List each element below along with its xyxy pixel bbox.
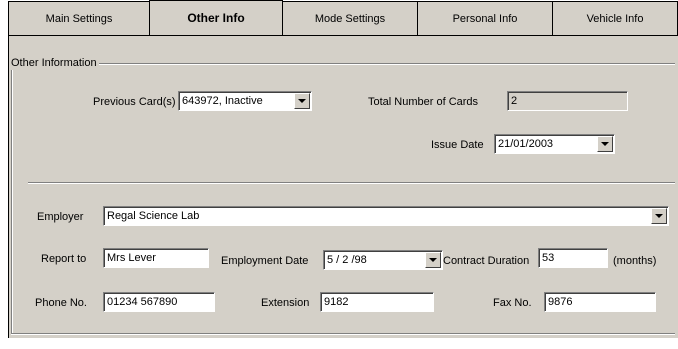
- group-title: Other Information: [9, 56, 99, 70]
- tab-panel: Other Information Previous Card(s) 64397…: [8, 35, 678, 338]
- employment-date-value: 5 / 2 /98: [327, 254, 367, 266]
- tab-main-settings[interactable]: Main Settings: [8, 1, 150, 35]
- tab-label: Mode Settings: [314, 13, 386, 25]
- fax-input[interactable]: 9876: [544, 292, 656, 312]
- tab-label: Other Info: [187, 11, 245, 25]
- issue-date-label: Issue Date: [431, 139, 484, 151]
- section-divider-highlight: [28, 183, 675, 184]
- phone-label: Phone No.: [35, 297, 87, 309]
- previous-cards-select[interactable]: 643972, Inactive: [178, 91, 312, 111]
- contract-duration-value: 53: [542, 252, 555, 264]
- extension-input[interactable]: 9182: [320, 292, 434, 312]
- phone-input[interactable]: 01234 567890: [103, 292, 215, 312]
- group-frame-bottom-highlight: [11, 334, 675, 335]
- tab-vehicle-info[interactable]: Vehicle Info: [552, 1, 678, 35]
- employment-date-label: Employment Date: [221, 255, 309, 267]
- employment-date-picker[interactable]: 5 / 2 /98: [323, 250, 443, 270]
- tab-label: Personal Info: [452, 13, 518, 25]
- group-frame-left-highlight: [12, 64, 13, 333]
- extension-label: Extension: [261, 297, 310, 309]
- employer-label: Employer: [37, 211, 84, 223]
- tab-mode-settings[interactable]: Mode Settings: [282, 1, 418, 35]
- issue-date-picker[interactable]: 21/01/2003: [494, 134, 615, 154]
- tab-personal-info[interactable]: Personal Info: [417, 1, 553, 35]
- report-to-value: Mrs Lever: [107, 252, 156, 264]
- group-frame-top-highlight: [11, 64, 675, 65]
- report-to-label: Report to: [41, 253, 87, 265]
- employer-select[interactable]: Regal Science Lab: [103, 206, 669, 226]
- previous-cards-value: 643972, Inactive: [182, 95, 263, 107]
- chevron-down-icon[interactable]: [294, 93, 310, 109]
- issue-date-value: 21/01/2003: [498, 138, 554, 150]
- tab-label: Main Settings: [45, 13, 113, 25]
- total-cards-field: 2: [507, 91, 628, 111]
- extension-value: 9182: [324, 296, 349, 308]
- tab-other-info[interactable]: Other Info: [149, 0, 283, 36]
- contract-duration-input[interactable]: 53: [538, 248, 608, 268]
- chevron-down-icon[interactable]: [425, 252, 441, 268]
- contract-duration-unit: (months): [613, 255, 657, 267]
- chevron-down-icon[interactable]: [597, 136, 613, 152]
- total-cards-value: 2: [511, 95, 518, 107]
- total-cards-label: Total Number of Cards: [368, 96, 479, 108]
- contract-duration-label: Contract Duration: [443, 255, 530, 267]
- tab-label: Vehicle Info: [586, 13, 644, 25]
- employer-value: Regal Science Lab: [107, 210, 200, 222]
- chevron-down-icon[interactable]: [651, 208, 667, 224]
- previous-cards-label: Previous Card(s): [93, 96, 176, 108]
- report-to-input[interactable]: Mrs Lever: [103, 248, 209, 268]
- fax-value: 9876: [548, 296, 573, 308]
- phone-value: 01234 567890: [107, 296, 178, 308]
- fax-label: Fax No.: [493, 297, 532, 309]
